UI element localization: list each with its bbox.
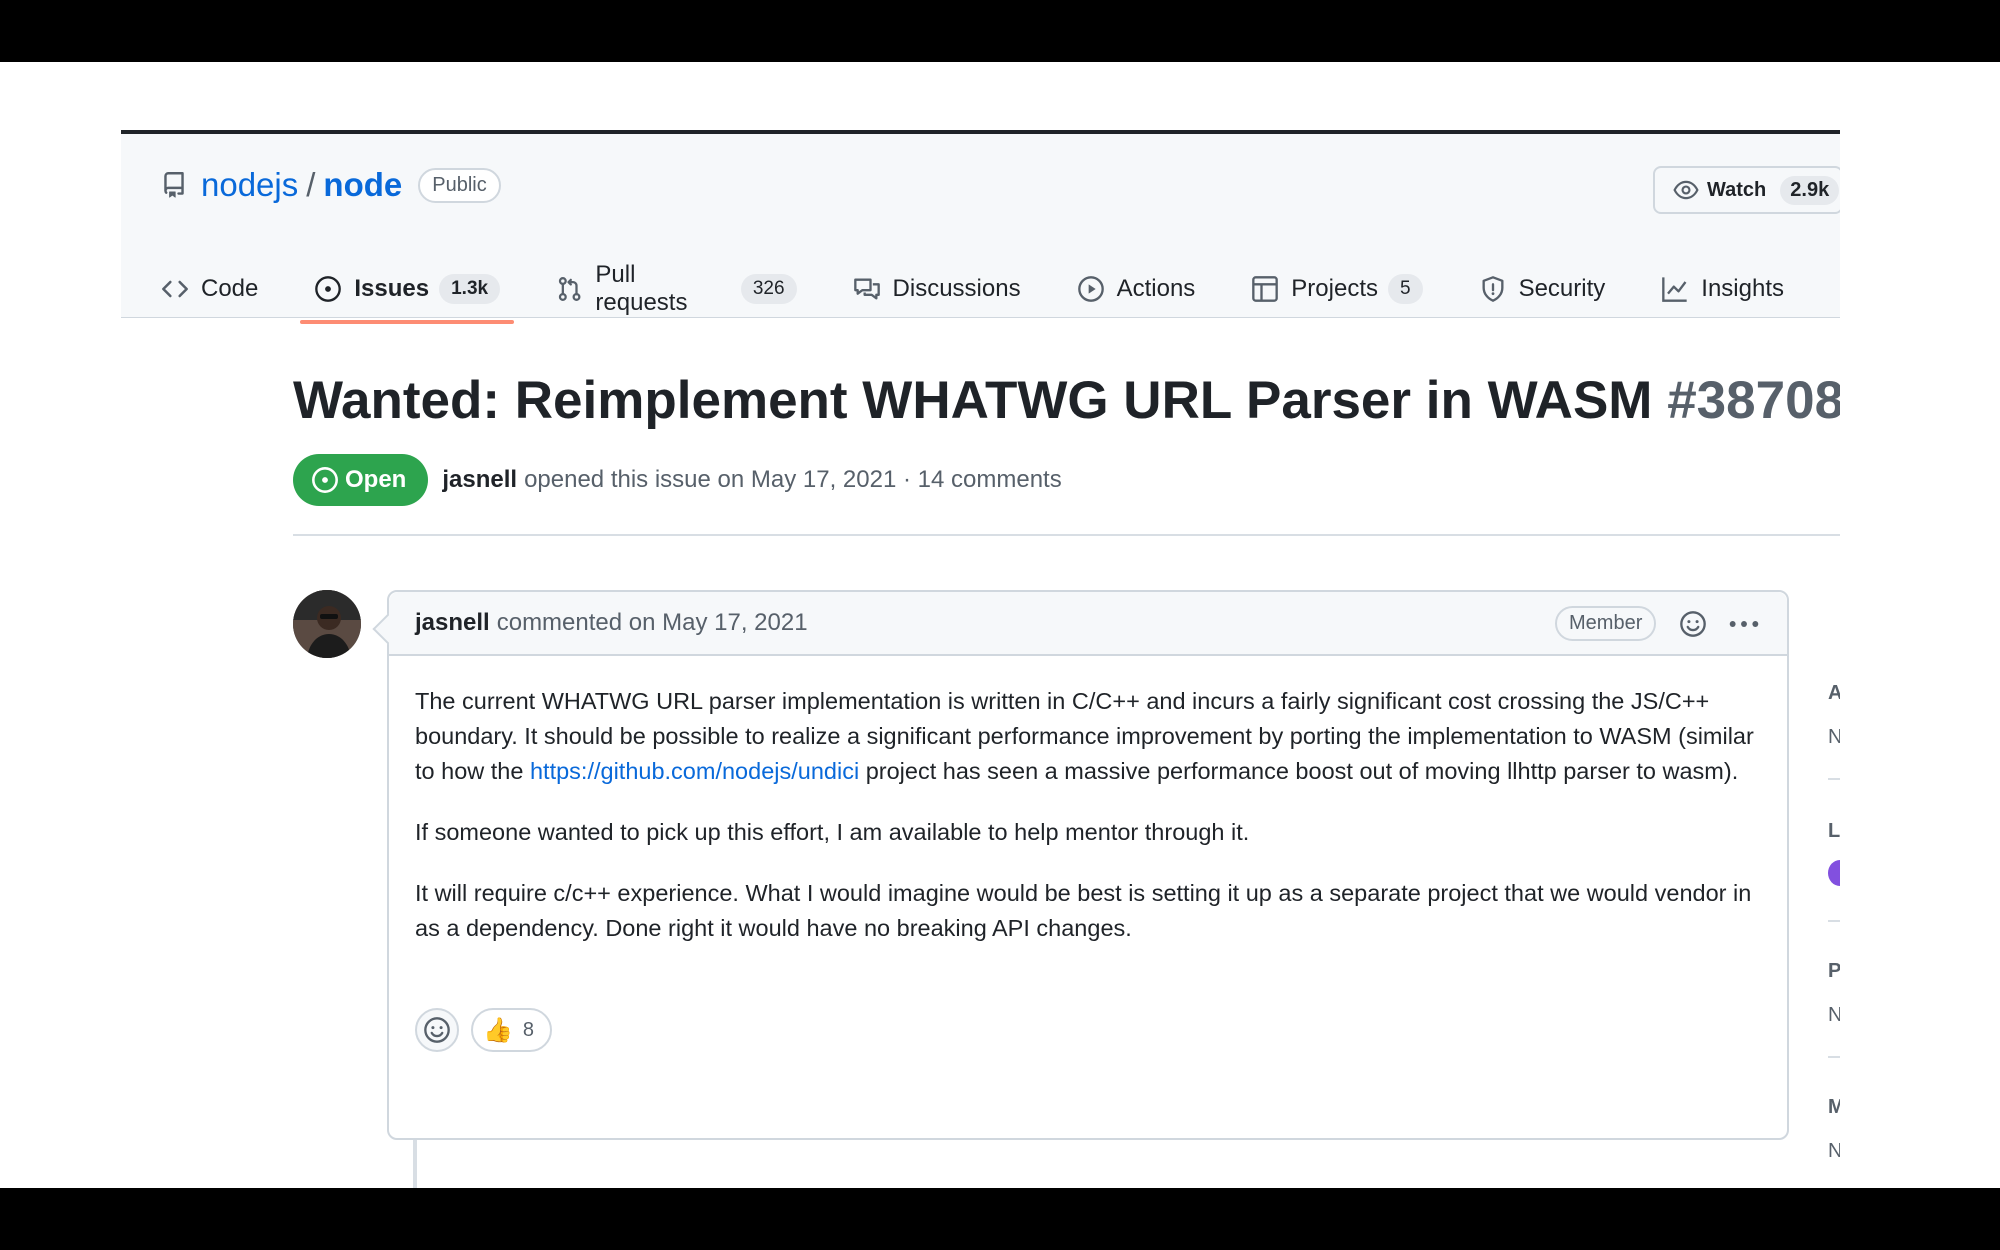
visibility-badge: Public — [418, 167, 501, 203]
issue-title-text: Wanted: Reimplement WHATWG URL Parser in… — [293, 371, 1653, 430]
smiley-icon — [424, 1017, 450, 1043]
divider — [1828, 920, 1840, 922]
page-edge — [1840, 62, 2000, 1188]
sidebar-heading-labels: L — [1828, 820, 1840, 842]
shield-icon — [1482, 276, 1504, 302]
github-issue-page: nodejs / node Public Watch 2.9k Code Iss… — [0, 62, 2000, 1188]
comment-discussion-icon — [853, 278, 880, 300]
repo-icon — [164, 172, 184, 198]
tab-label: Actions — [1116, 275, 1196, 302]
sidebar-value: N — [1828, 1004, 1840, 1026]
issue-comment: jasnell commented on May 17, 2021 Member… — [387, 590, 1789, 1140]
tab-label: Issues — [354, 275, 430, 302]
repo-owner-link[interactable]: nodejs — [201, 166, 298, 204]
avatar-image — [293, 590, 361, 658]
sidebar-heading-milestone: M — [1828, 1096, 1840, 1118]
kebab-horizontal-icon[interactable] — [1727, 610, 1761, 638]
tab-insights[interactable]: Insights — [1661, 256, 1784, 322]
reactions: 👍 8 — [415, 1008, 553, 1052]
git-pull-request-icon — [558, 277, 581, 301]
play-icon — [1077, 276, 1104, 302]
tab-security[interactable]: Security — [1479, 256, 1606, 322]
repo-header: nodejs / node Public Watch 2.9k Code Iss… — [121, 130, 1843, 324]
repo-name-link[interactable]: node — [323, 166, 402, 204]
issue-number: #38708 — [1667, 371, 1845, 430]
watch-button[interactable]: Watch 2.9k — [1653, 166, 1843, 214]
tab-label: Discussions — [892, 275, 1021, 302]
issue-meta-text: opened this issue on May 17, 2021 · 14 c… — [524, 466, 1062, 493]
path-separator: / — [306, 166, 316, 203]
tab-discussions[interactable]: Discussions — [853, 256, 1021, 322]
comment-paragraph: The current WHATWG URL parser implementa… — [415, 684, 1761, 789]
state-badge: Open — [293, 454, 429, 506]
code-icon — [162, 280, 188, 298]
member-badge: Member — [1555, 606, 1657, 641]
tab-label: Insights — [1701, 275, 1784, 302]
tab-label: Code — [201, 275, 259, 302]
repo-title: nodejs / node Public — [161, 166, 501, 204]
state-label: Open — [345, 466, 407, 493]
sidebar-value: N — [1828, 1140, 1840, 1162]
tab-projects[interactable]: Projects 5 — [1251, 256, 1423, 322]
timeline-line — [413, 1140, 417, 1188]
tab-pull-requests[interactable]: Pull requests 326 — [556, 256, 797, 322]
tab-actions[interactable]: Actions — [1077, 256, 1196, 322]
sidebar-value: N — [1828, 726, 1840, 748]
watch-label: Watch — [1707, 178, 1767, 201]
issue-opened-icon — [312, 467, 338, 493]
avatar[interactable] — [293, 590, 361, 658]
label-pill[interactable] — [1828, 860, 1840, 886]
reaction-count: 8 — [522, 1018, 535, 1041]
tab-count: 5 — [1388, 274, 1423, 304]
table-icon — [1252, 276, 1279, 302]
comment-header: jasnell commented on May 17, 2021 Member — [389, 592, 1787, 656]
tab-label: Security — [1518, 275, 1606, 302]
add-reaction-button[interactable] — [415, 1008, 459, 1052]
comment-paragraph: If someone wanted to pick up this effort… — [415, 819, 1250, 845]
letterbox-top — [0, 0, 2000, 62]
undici-link[interactable]: https://github.com/nodejs/undici — [530, 758, 859, 784]
smiley-icon[interactable] — [1679, 610, 1707, 638]
issue-opened-icon — [315, 276, 342, 302]
tab-count: 326 — [740, 274, 797, 304]
comment-body: The current WHATWG URL parser implementa… — [389, 656, 1787, 946]
tab-label: Pull requests — [595, 261, 688, 316]
graph-icon — [1662, 277, 1687, 302]
thumbs-up-icon: 👍 — [483, 1016, 513, 1044]
tab-label: Projects — [1291, 275, 1378, 302]
issue-author-link[interactable]: jasnell — [442, 466, 517, 494]
letterbox-bottom — [0, 1188, 2000, 1250]
divider — [1828, 778, 1840, 780]
comment-text: project has seen a massive performance b… — [859, 758, 1739, 784]
sidebar-heading-projects: P — [1828, 960, 1840, 982]
sidebar-partial: A N L P N M N — [1828, 602, 1840, 1188]
divider — [293, 534, 1840, 536]
issue-state-row: Open jasnell opened this issue on May 17… — [293, 454, 1062, 506]
comment-meta: commented on May 17, 2021 — [496, 609, 808, 636]
sidebar-heading-assignees: A — [1828, 682, 1840, 704]
tab-count: 1.3k — [439, 274, 501, 304]
watch-count: 2.9k — [1780, 175, 1840, 205]
eye-icon — [1673, 180, 1699, 200]
divider — [1828, 1056, 1840, 1058]
repo-nav-tabs: Code Issues 1.3k Pull requests 326 Discu… — [161, 256, 1840, 324]
comment-author-link[interactable]: jasnell — [415, 609, 490, 637]
issue-title: Wanted: Reimplement WHATWG URL Parser in… — [293, 370, 1844, 431]
tab-code[interactable]: Code — [161, 256, 258, 322]
comment-paragraph: It will require c/c++ experience. What I… — [415, 880, 1752, 941]
tab-issues[interactable]: Issues 1.3k — [300, 256, 514, 324]
thumbs-up-reaction[interactable]: 👍 8 — [471, 1008, 553, 1052]
